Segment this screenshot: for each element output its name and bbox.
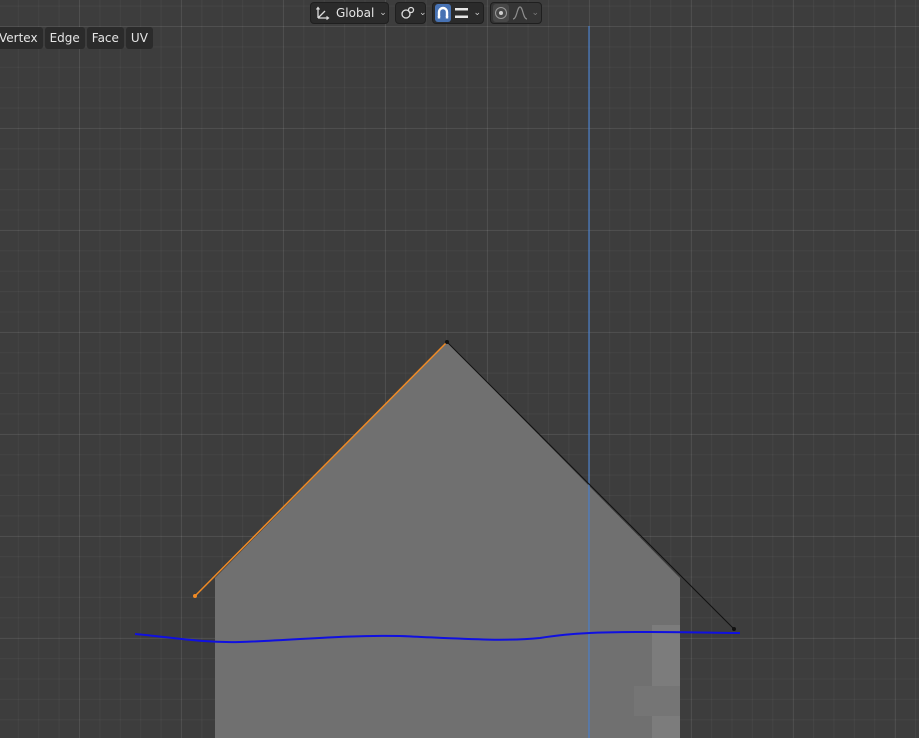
menu-edge[interactable]: Edge xyxy=(44,27,85,49)
vertex-top[interactable] xyxy=(445,340,449,344)
menu-vertex[interactable]: Vertex xyxy=(0,27,43,49)
viewport-header-toolbar: Global ⌄ ⌄ ⌄ ⌄ xyxy=(310,2,542,24)
proportional-editing-icon[interactable] xyxy=(493,4,510,22)
selected-vertex[interactable] xyxy=(193,594,197,598)
vertex-right[interactable] xyxy=(732,627,736,631)
pivot-point-icon xyxy=(400,5,416,21)
edit-mode-menu-bar: Vertex Edge Face UV xyxy=(0,27,153,49)
viewport-scene xyxy=(134,26,741,738)
pivot-point-dropdown[interactable]: ⌄ xyxy=(395,2,427,24)
face-shading-patch-2 xyxy=(634,686,680,716)
chevron-down-icon[interactable]: ⌄ xyxy=(531,8,539,18)
face-shading-patch xyxy=(652,625,680,738)
chevron-down-icon: ⌄ xyxy=(379,8,387,18)
chevron-down-icon[interactable]: ⌄ xyxy=(473,8,481,18)
snapping-group: ⌄ xyxy=(432,2,484,24)
transform-orientation-dropdown[interactable]: Global ⌄ xyxy=(310,2,389,24)
snap-toggle-button[interactable] xyxy=(435,4,452,22)
snap-magnet-icon xyxy=(436,6,450,20)
mesh-face[interactable] xyxy=(215,342,680,738)
chevron-down-icon: ⌄ xyxy=(419,8,427,18)
proportional-editing-group: ⌄ xyxy=(490,2,542,24)
falloff-curve-icon[interactable] xyxy=(512,6,528,20)
menu-uv[interactable]: UV xyxy=(125,27,153,49)
transform-orientation-icon xyxy=(315,5,331,21)
menu-face[interactable]: Face xyxy=(86,27,124,49)
transform-orientation-label: Global xyxy=(336,6,375,20)
snap-increment-icon[interactable] xyxy=(454,6,470,20)
3d-viewport[interactable] xyxy=(0,0,919,738)
